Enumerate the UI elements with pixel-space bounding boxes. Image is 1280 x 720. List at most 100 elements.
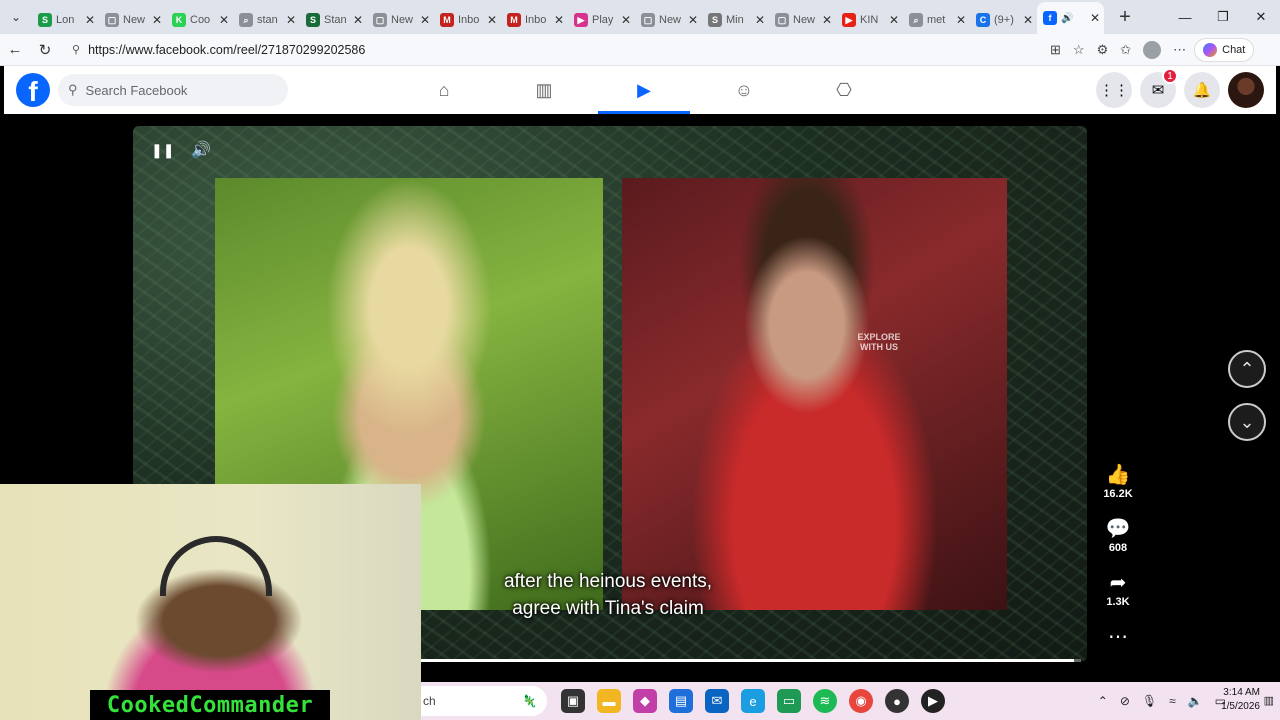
minimize-icon[interactable]: — [1166,0,1204,34]
groups-icon[interactable]: ☺ [694,66,794,114]
tab-close-icon[interactable]: ✕ [956,13,966,27]
tab-close-icon[interactable]: ✕ [688,13,698,27]
tab-close-icon[interactable]: ✕ [286,13,296,27]
like-icon[interactable]: 👍 [1098,464,1138,486]
home-icon[interactable]: ⌂ [394,66,494,114]
like-action[interactable]: 👍 16.2K [1098,464,1138,500]
browser-tab[interactable]: S Min ✕ [702,6,769,34]
comment-action[interactable]: 💬 608 [1098,518,1138,554]
notifications-bell-icon[interactable]: 🔔 [1184,72,1220,108]
share-icon[interactable]: ➦ [1098,572,1138,594]
site-info-icon[interactable]: ⚲ [72,43,80,56]
caption-line-2: agree with Tina's claim [512,598,704,619]
video-progress-bar[interactable] [421,659,1081,662]
browser-tab[interactable]: ▢ New ✕ [99,6,166,34]
back-icon[interactable]: ← [0,41,30,58]
tray-overflow-icon[interactable]: ⌃ [1098,694,1108,708]
browser-tab[interactable]: C (9+) ✕ [970,6,1037,34]
facebook-logo[interactable]: f [16,73,50,107]
more-menu-icon[interactable]: ⋯ [1173,42,1186,58]
tab-close-icon[interactable]: ✕ [353,13,363,27]
outlook-icon[interactable]: ✉ [705,689,729,713]
headset-shape [160,536,272,596]
tab-close-icon[interactable]: ✕ [621,13,631,27]
app-install-icon[interactable]: ⊞ [1050,42,1061,58]
tab-close-icon[interactable]: ✕ [85,13,95,27]
new-tab-button[interactable]: + [1110,6,1140,29]
tab-close-icon[interactable]: ✕ [554,13,564,27]
tab-search-menu-icon[interactable]: ⌄ [0,0,32,34]
file-explorer-icon[interactable]: ▬ [597,689,621,713]
volume-icon[interactable]: 🔊 [191,140,211,160]
terminal-icon[interactable]: ▭ [777,689,801,713]
maximize-icon[interactable]: ❐ [1204,0,1242,34]
next-reel-button[interactable]: ⌄ [1228,403,1266,441]
reload-icon[interactable]: ↻ [30,41,60,59]
extensions-icon[interactable]: ⚙ [1097,42,1109,58]
browser-tab[interactable]: f 🔊 ✕ [1037,2,1104,34]
browser-tab[interactable]: ⌕ stan ✕ [233,6,300,34]
gaming-icon[interactable]: ⎔ [794,66,894,114]
close-window-icon[interactable]: ✕ [1242,0,1280,34]
tab-close-icon[interactable]: ✕ [1090,11,1100,25]
more-options-icon[interactable]: ⋯ [1098,626,1138,648]
task-view-icon[interactable]: ▣ [561,689,585,713]
browser-tab[interactable]: ⌕ met ✕ [903,6,970,34]
favorites-icon[interactable]: ✩ [1120,42,1131,58]
media-player-icon[interactable]: ▶ [921,689,945,713]
browser-tab[interactable]: ▶ KIN ✕ [836,6,903,34]
browser-tab-strip: ⌄ S Lon ✕ ▢ New ✕ K Coo ✕ ⌕ stan ✕ S Stan ✕ ▢ New ✕ M Inbo ✕… [0,0,1280,34]
microphone-icon[interactable]: 🎙 [1142,694,1157,708]
notification-center-icon[interactable]: ▥ [1264,694,1274,707]
tab-close-icon[interactable]: ✕ [755,13,765,27]
edge-icon[interactable]: e [741,689,765,713]
tab-label: New [123,14,146,26]
photos-app-icon[interactable]: ◆ [633,689,657,713]
tab-audio-icon[interactable]: 🔊 [1061,13,1073,24]
url-field[interactable]: ⚲ https://www.facebook.com/reel/27187029… [66,38,1036,62]
copilot-chat-button[interactable]: Chat [1194,37,1255,62]
obs-icon[interactable]: ● [885,689,909,713]
search-input[interactable]: Search Facebook [86,83,188,98]
tray-app-icon[interactable]: ⊘ [1120,694,1130,708]
speaker-icon[interactable]: 🔈 [1188,694,1203,708]
tab-favicon-icon: S [708,13,722,27]
tab-favicon-icon: ▢ [775,13,789,27]
browser-tab[interactable]: S Lon ✕ [32,6,99,34]
messenger-icon[interactable]: ✉ 1 [1140,68,1178,108]
tab-close-icon[interactable]: ✕ [420,13,430,27]
browser-tab[interactable]: M Inbo ✕ [434,6,501,34]
taskbar-clock[interactable]: 3:14 AM 1/5/2026 [1221,686,1260,714]
pause-icon[interactable]: ❚❚ [151,142,174,159]
tab-close-icon[interactable]: ✕ [219,13,229,27]
browser-tab[interactable]: ▢ New ✕ [635,6,702,34]
tab-close-icon[interactable]: ✕ [1023,13,1033,27]
menu-grid-icon[interactable]: ⋮⋮ [1096,72,1132,108]
chrome-icon[interactable]: ◉ [849,689,873,713]
comment-icon[interactable]: 💬 [1098,518,1138,540]
tab-close-icon[interactable]: ✕ [889,13,899,27]
profile-avatar[interactable] [1143,40,1162,59]
facebook-search-box[interactable]: ⚲ Search Facebook [58,74,288,106]
tab-close-icon[interactable]: ✕ [822,13,832,27]
video-icon[interactable]: ▶ [594,66,694,114]
tab-close-icon[interactable]: ✕ [152,13,162,27]
taskbar-search[interactable]: ch 🦎 [421,686,547,716]
video-frame-right-photo [622,178,1007,610]
previous-reel-button[interactable]: ⌃ [1228,350,1266,388]
browser-tab[interactable]: ▢ New ✕ [769,6,836,34]
spotify-icon[interactable]: ≋ [813,689,837,713]
browser-tab[interactable]: ▢ New ✕ [367,6,434,34]
browser-tab[interactable]: ▶ Play ✕ [568,6,635,34]
account-avatar[interactable] [1228,72,1264,108]
tab-close-icon[interactable]: ✕ [487,13,497,27]
share-action[interactable]: ➦ 1.3K [1098,572,1138,608]
browser-tab[interactable]: M Inbo ✕ [501,6,568,34]
url-text: https://www.facebook.com/reel/2718702992… [88,42,366,57]
store-icon[interactable]: ▤ [669,689,693,713]
feeds-icon[interactable]: ▥ [494,66,594,114]
browser-tab[interactable]: S Stan ✕ [300,6,367,34]
wifi-icon[interactable]: ≈ [1169,694,1176,708]
favorite-star-icon[interactable]: ☆ [1073,42,1085,58]
browser-tab[interactable]: K Coo ✕ [166,6,233,34]
